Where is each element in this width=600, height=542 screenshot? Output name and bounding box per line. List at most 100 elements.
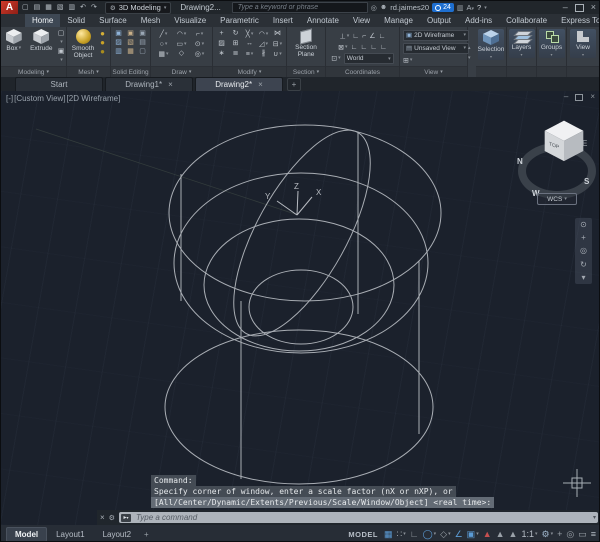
ucs-y-icon[interactable]: ∟ — [360, 43, 367, 52]
selection-button[interactable]: Selection ▾ — [478, 29, 504, 60]
slice-icon[interactable]: ▨ — [114, 39, 124, 47]
arc-icon[interactable]: ◠ — [174, 30, 190, 39]
annotation-visibility-icon[interactable]: ▲ — [483, 529, 492, 539]
tab-add-ins[interactable]: Add-ins — [458, 14, 499, 27]
alerts-icon[interactable]: A▾ — [466, 3, 474, 12]
close-icon[interactable]: × — [258, 80, 263, 89]
help-icon[interactable]: ? — [477, 3, 481, 12]
polysolid-icon[interactable]: ▢ — [56, 30, 66, 47]
graphics-performance-icon[interactable]: ▭ — [578, 529, 587, 539]
panel-label-draw[interactable]: Draw▾ — [151, 66, 212, 77]
autoscale-icon[interactable]: ▲ — [496, 529, 505, 539]
app-menu-button[interactable]: A — [1, 1, 18, 14]
panel-label-section[interactable]: Section▾ — [287, 66, 325, 77]
box-button[interactable]: Box — [1, 29, 27, 52]
visual-style-selector[interactable]: ▣ 2D Wireframe ▾ — [403, 30, 469, 41]
isodraft-icon[interactable]: ◇ — [440, 529, 450, 540]
snap-mode-icon[interactable]: ∷ — [397, 529, 406, 540]
ucs-world-icon[interactable]: ∟ — [352, 32, 359, 41]
layers-button[interactable]: Layers ▾ — [509, 29, 535, 58]
mesh-smooth-less-icon[interactable]: ● — [98, 48, 107, 56]
rectangle-icon[interactable]: ▭ — [174, 40, 190, 49]
polar-tracking-icon[interactable]: ◯ — [423, 529, 437, 540]
command-input[interactable] — [134, 512, 590, 523]
panel-label-view[interactable]: View▾ — [400, 66, 467, 77]
new-file-icon[interactable]: ▢ — [21, 3, 30, 13]
tab-manage[interactable]: Manage — [377, 14, 420, 27]
maximize-button[interactable] — [575, 4, 584, 12]
signed-in-user[interactable]: rd.jaimes20 — [390, 3, 429, 12]
pan-icon[interactable]: + — [581, 233, 586, 242]
command-prompt-icon[interactable]: ▸▾ — [121, 514, 131, 522]
model-tab[interactable]: Model — [6, 527, 47, 542]
offset-edge-icon[interactable]: ▢ — [138, 48, 148, 56]
extrude-button[interactable]: Extrude — [29, 29, 55, 52]
tab-home[interactable]: Home — [25, 14, 60, 27]
orbit-icon[interactable]: ↻ — [580, 260, 587, 269]
explode-icon[interactable]: ∗ — [216, 50, 228, 59]
shell-icon[interactable]: ▥ — [114, 48, 124, 56]
mirror-icon[interactable]: ⋈ — [272, 30, 284, 39]
command-input-field[interactable]: ▸▾ ▾ — [119, 512, 598, 523]
workspace-switcher[interactable]: ⚙ 3D Modeling ▾ — [105, 2, 171, 14]
search-input[interactable] — [236, 3, 364, 12]
fillet-icon[interactable]: ◠ — [258, 30, 270, 39]
viewport-config-icon[interactable]: ⊞ — [403, 56, 412, 65]
redo-icon[interactable]: ↷ — [90, 3, 98, 13]
close-button[interactable]: × — [591, 3, 596, 12]
new-layout-button[interactable]: + — [144, 530, 149, 539]
ucs-named-icon[interactable]: ∟ — [380, 43, 387, 52]
ucs-selector[interactable]: World ▾ — [344, 53, 394, 64]
compass-south[interactable]: S — [584, 177, 589, 186]
visual-style-menu-control[interactable]: [2D Wireframe] — [67, 94, 121, 103]
tab-mesh[interactable]: Mesh — [134, 14, 168, 27]
save-icon[interactable]: ▦ — [44, 3, 53, 13]
object-snap-tracking-icon[interactable]: ∠ — [455, 529, 463, 539]
panel-label-mesh[interactable]: Mesh▾ — [67, 66, 110, 77]
close-drawing-button[interactable]: × — [590, 93, 595, 101]
ellipse-icon[interactable]: ⊙ — [192, 40, 208, 49]
stretch-icon[interactable]: ↔ — [244, 40, 256, 49]
ucs-origin-icon[interactable]: ⌐ — [362, 32, 366, 41]
trim-icon[interactable]: ╳ — [244, 30, 256, 39]
panel-label-solid-editing[interactable]: Solid Editing — [111, 66, 150, 77]
circle-icon[interactable]: ○ — [156, 40, 172, 49]
panel-label-groups[interactable] — [537, 66, 566, 77]
layout1-tab[interactable]: Layout1 — [47, 527, 93, 542]
panel-label-selection[interactable] — [476, 66, 506, 77]
file-tab-drawing1[interactable]: Drawing1*× — [105, 77, 193, 91]
tab-annotate[interactable]: Annotate — [300, 14, 346, 27]
named-view-selector[interactable]: ▤ Unsaved View ▾ — [403, 43, 469, 54]
zoom-icon[interactable]: ◎ — [580, 246, 587, 255]
offset-icon[interactable]: ≣ — [230, 50, 242, 59]
app-store-icon[interactable]: ▥ — [457, 4, 464, 12]
minimize-drawing-button[interactable]: – — [564, 93, 568, 101]
object-snap-icon[interactable]: ▣ — [467, 529, 479, 540]
annotation-scale-value[interactable]: 1:1 — [521, 529, 537, 540]
ucs-zaxis-icon[interactable]: ∠ — [369, 32, 375, 41]
panel-label-modeling[interactable]: Modeling▾ — [1, 66, 66, 77]
tab-collaborate[interactable]: Collaborate — [499, 14, 554, 27]
section-plane-button[interactable]: Section Plane — [290, 29, 322, 58]
view-menu-control[interactable]: [Custom View] — [14, 94, 65, 103]
mesh-refine-icon[interactable]: ● — [98, 30, 107, 38]
intersect-icon[interactable]: ▣ — [138, 30, 148, 38]
interfere-icon[interactable]: ▧ — [126, 39, 136, 47]
compass-north[interactable]: N — [517, 157, 523, 166]
file-tab-drawing2[interactable]: Drawing2*× — [195, 77, 283, 91]
model-space-indicator[interactable]: MODEL — [348, 530, 378, 539]
groups-button[interactable]: Groups ▾ — [539, 29, 565, 58]
hatch-icon[interactable]: ▦ — [156, 50, 172, 59]
union-icon[interactable]: ▣ — [114, 30, 124, 38]
chevron-down-icon[interactable]: ▾ — [484, 5, 487, 11]
annotation-monitor-icon[interactable]: + — [557, 529, 562, 539]
workspace-gear-icon[interactable]: ⚙ — [542, 529, 554, 540]
undo-icon[interactable]: ↶ — [79, 3, 87, 13]
isolate-objects-icon[interactable]: ◎ — [566, 529, 574, 539]
panel-label-view-utilities[interactable] — [567, 66, 599, 77]
ucs-z-icon[interactable]: ∟ — [370, 43, 377, 52]
tab-output[interactable]: Output — [420, 14, 458, 27]
join-icon[interactable]: ∪ — [272, 50, 284, 59]
ucs-previous-icon[interactable]: ⊠ — [338, 43, 347, 52]
trial-countdown-badge[interactable]: 24 — [432, 3, 454, 12]
